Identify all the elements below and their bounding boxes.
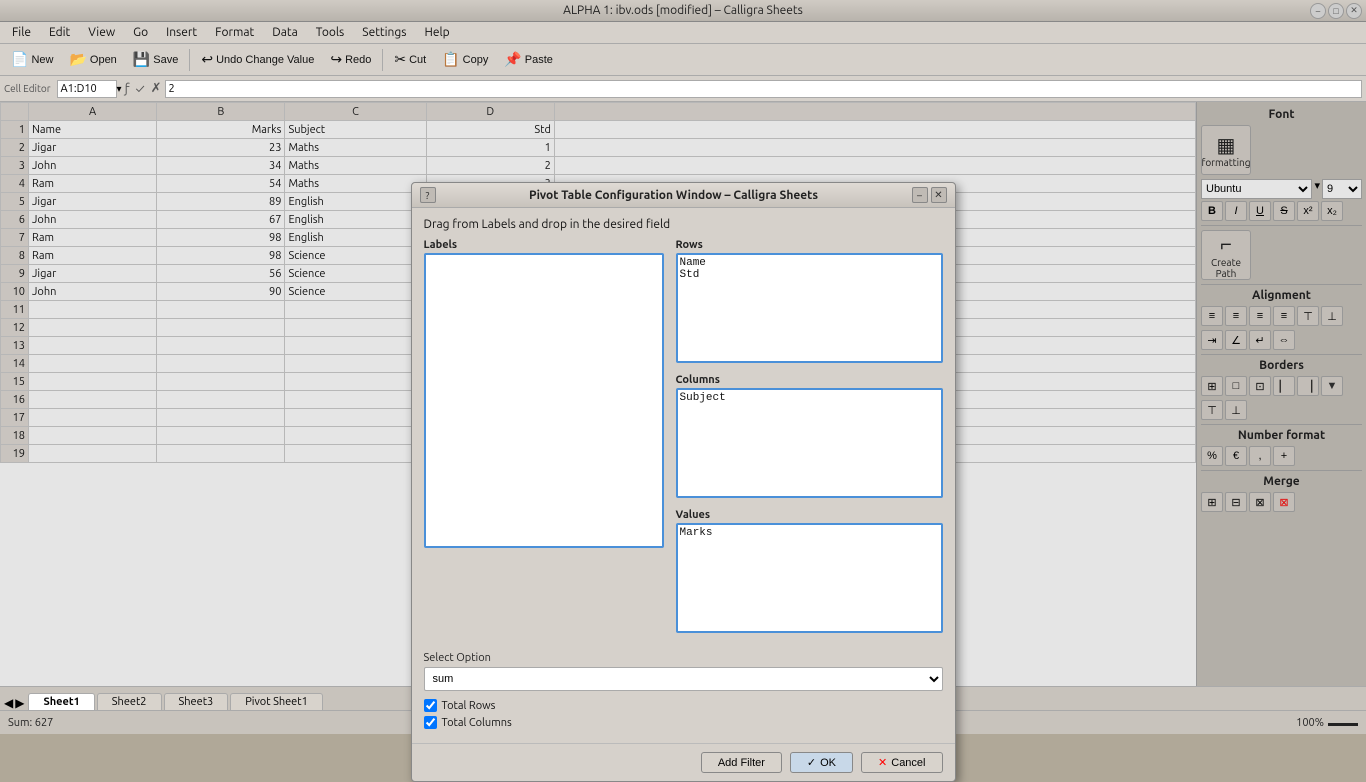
ok-label: OK <box>820 757 836 769</box>
select-option-dropdown[interactable]: sum average count min max <box>424 667 943 691</box>
new-button[interactable]: 📄 New <box>4 48 60 71</box>
cell-editor-label: Cell Editor <box>4 83 51 94</box>
total-rows-row: Total Rows <box>424 699 943 712</box>
menu-format[interactable]: Format <box>207 24 262 41</box>
labels-label: Labels <box>424 239 664 251</box>
total-rows-checkbox[interactable] <box>424 699 437 712</box>
copy-icon: 📋 <box>442 51 459 68</box>
dialog-main-columns: Labels Rows Name Std Columns Subject <box>424 239 943 644</box>
dialog-title-bar: ? Pivot Table Configuration Window – Cal… <box>412 183 955 208</box>
values-label: Values <box>676 509 943 521</box>
menu-help[interactable]: Help <box>417 24 458 41</box>
save-button[interactable]: 💾 Save <box>126 48 186 71</box>
window-title: ALPHA 1: ibv.ods [modified] – Calligra S… <box>563 4 803 17</box>
pivot-config-dialog: ? Pivot Table Configuration Window – Cal… <box>411 182 956 782</box>
sheet-tab-sheet2[interactable]: Sheet2 <box>97 693 162 710</box>
cut-button[interactable]: ✂ Cut <box>387 48 433 71</box>
ok-button[interactable]: ✓ OK <box>790 752 853 773</box>
cancel-label: Cancel <box>891 757 925 769</box>
dialog-footer: Add Filter ✓ OK ✕ Cancel <box>412 743 955 781</box>
menu-edit[interactable]: Edit <box>41 24 78 41</box>
zoom-controls: 100% ▬▬▬ <box>1296 717 1358 729</box>
cancel-x-icon: ✕ <box>878 756 887 769</box>
paste-icon: 📌 <box>504 51 521 68</box>
sheet-tab-sheet1[interactable]: Sheet1 <box>28 693 94 710</box>
menu-bar: File Edit View Go Insert Format Data Too… <box>0 22 1366 44</box>
toolbar-separator-1 <box>189 49 190 71</box>
dialog-instruction: Drag from Labels and drop in the desired… <box>424 218 943 231</box>
close-btn[interactable]: ✕ <box>1346 3 1362 19</box>
redo-icon: ↪ <box>330 51 342 68</box>
columns-label: Columns <box>676 374 943 386</box>
menu-view[interactable]: View <box>80 24 123 41</box>
dialog-labels-section: Labels <box>424 239 664 644</box>
rows-listbox[interactable]: Name Std <box>676 253 943 363</box>
save-icon: 💾 <box>133 51 150 68</box>
dialog-close-btn[interactable]: ✕ <box>931 187 947 203</box>
values-listbox[interactable]: Marks <box>676 523 943 633</box>
open-button[interactable]: 📂 Open <box>62 48 123 71</box>
cell-editor-bar: Cell Editor A1:D10 ▾ ƒ ✓ ✗ 2 <box>0 76 1366 102</box>
total-columns-checkbox[interactable] <box>424 716 437 729</box>
minimize-btn[interactable]: – <box>1310 3 1326 19</box>
dialog-right-section: Rows Name Std Columns Subject Values Mar… <box>676 239 943 644</box>
ok-checkmark: ✓ <box>807 756 816 769</box>
copy-button[interactable]: 📋 Copy <box>435 48 495 71</box>
dialog-title: Pivot Table Configuration Window – Calli… <box>436 189 912 202</box>
formula-icon[interactable]: ƒ <box>125 82 130 96</box>
menu-insert[interactable]: Insert <box>158 24 205 41</box>
open-icon: 📂 <box>69 51 86 68</box>
labels-listbox[interactable] <box>424 253 664 548</box>
new-icon: 📄 <box>11 51 28 68</box>
reject-icon[interactable]: ✗ <box>151 81 162 96</box>
select-option-section: Select Option sum average count min max <box>424 652 943 691</box>
menu-data[interactable]: Data <box>264 24 306 41</box>
dialog-help-btn[interactable]: ? <box>420 187 436 203</box>
tab-scroll-left[interactable]: ◀ <box>4 696 13 710</box>
dialog-overlay: ? Pivot Table Configuration Window – Cal… <box>0 102 1366 686</box>
columns-listbox[interactable]: Subject <box>676 388 943 498</box>
redo-button[interactable]: ↪ Redo <box>323 48 378 71</box>
menu-file[interactable]: File <box>4 24 39 41</box>
sheet-tab-sheet3[interactable]: Sheet3 <box>164 693 229 710</box>
total-rows-label: Total Rows <box>442 700 496 712</box>
cut-icon: ✂ <box>394 51 406 68</box>
add-filter-label: Add Filter <box>718 757 765 769</box>
select-option-label: Select Option <box>424 652 943 664</box>
checkboxes-section: Total Rows Total Columns <box>424 699 943 729</box>
dialog-title-controls: – ✕ <box>912 187 947 203</box>
zoom-slider[interactable]: ▬▬▬ <box>1328 717 1358 729</box>
maximize-btn[interactable]: □ <box>1328 3 1344 19</box>
zoom-value: 100% <box>1296 717 1324 729</box>
cancel-button[interactable]: ✕ Cancel <box>861 752 942 773</box>
total-columns-row: Total Columns <box>424 716 943 729</box>
undo-button[interactable]: ↩ Undo Change Value <box>194 48 321 71</box>
menu-go[interactable]: Go <box>125 24 156 41</box>
formula-bar[interactable]: 2 <box>165 80 1362 98</box>
title-bar: ALPHA 1: ibv.ods [modified] – Calligra S… <box>0 0 1366 22</box>
toolbar: 📄 New 📂 Open 💾 Save ↩ Undo Change Value … <box>0 44 1366 76</box>
toolbar-separator-2 <box>382 49 383 71</box>
formula-value: 2 <box>169 83 175 95</box>
menu-settings[interactable]: Settings <box>354 24 414 41</box>
status-sum: Sum: 627 <box>8 717 53 729</box>
values-section: Values Marks <box>676 509 943 636</box>
add-filter-button[interactable]: Add Filter <box>701 752 782 773</box>
columns-section: Columns Subject <box>676 374 943 501</box>
sheet-tab-pivot-sheet1[interactable]: Pivot Sheet1 <box>230 693 323 710</box>
cell-ref-dropdown[interactable]: ▾ <box>117 83 122 95</box>
rows-section: Rows Name Std <box>676 239 943 366</box>
window-controls: – □ ✕ <box>1310 3 1362 19</box>
paste-button[interactable]: 📌 Paste <box>497 48 560 71</box>
rows-label: Rows <box>676 239 943 251</box>
dialog-minimize-btn[interactable]: – <box>912 187 928 203</box>
undo-icon: ↩ <box>201 51 213 68</box>
accept-icon[interactable]: ✓ <box>136 82 145 96</box>
cell-ref-box: A1:D10 <box>57 80 117 98</box>
total-columns-label: Total Columns <box>442 717 512 729</box>
tab-scroll-right[interactable]: ▶ <box>15 696 24 710</box>
cell-ref-value: A1:D10 <box>61 83 97 95</box>
dialog-body: Drag from Labels and drop in the desired… <box>412 208 955 743</box>
menu-tools[interactable]: Tools <box>308 24 353 41</box>
